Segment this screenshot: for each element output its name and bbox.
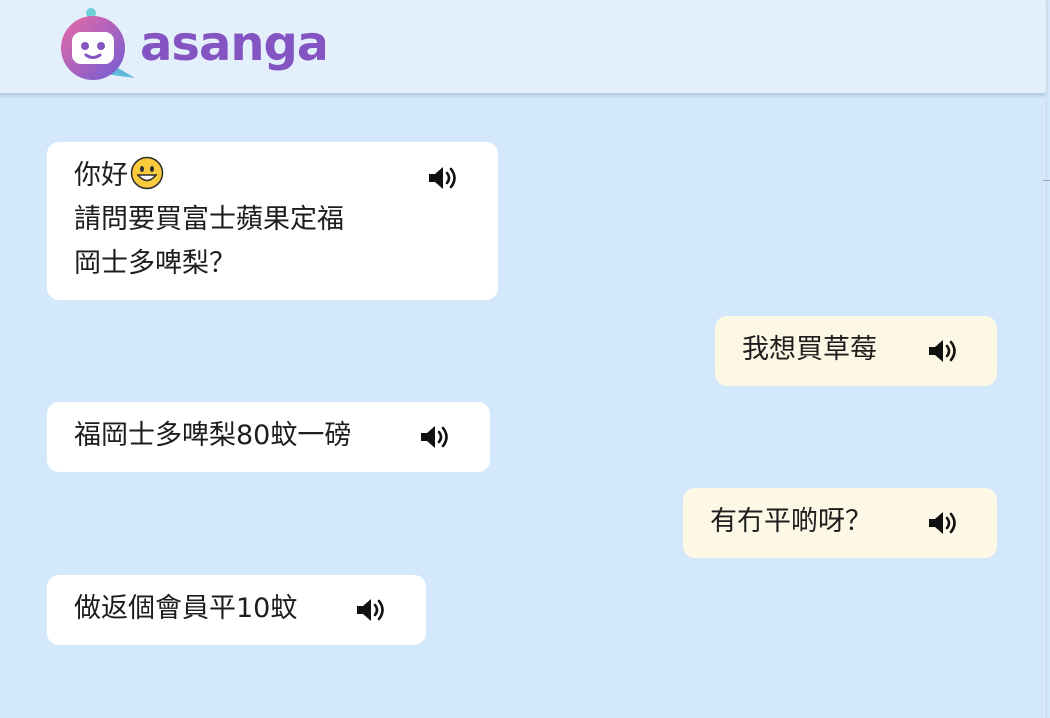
speaker-icon[interactable] [927,509,961,537]
brand-name: asanga [140,16,325,72]
speaker-icon[interactable] [355,596,389,624]
bot-message-3: 做返個會員平10蚊 [47,575,426,645]
grinning-face-emoji-icon [130,156,164,190]
message-text: 做返個會員平10蚊 [74,593,298,624]
page-edge [1046,0,1047,718]
speaker-icon[interactable] [427,164,461,192]
message-line: 你好 [74,154,471,198]
user-message-2: 有冇平啲呀？ [683,488,997,558]
message-text: 你好 [74,160,128,191]
message-text: 岡士多啤梨？ [74,248,236,279]
message-text: 福岡士多啤梨80蚊一磅 [74,420,352,451]
message-text: 有冇平啲呀？ [710,506,872,537]
app-header: asanga [0,0,1046,94]
bot-message-1: 你好 請問要買富士蘋果定福 岡士多啤梨？ [47,142,498,300]
bot-message-2: 福岡士多啤梨80蚊一磅 [47,402,490,472]
brand-logo-text: asanga [140,16,325,72]
speaker-icon[interactable] [927,337,961,365]
robot-chat-logo-icon[interactable] [55,8,139,82]
speaker-icon[interactable] [419,423,453,451]
message-text: 我想買草莓 [742,334,877,365]
user-message-1: 我想買草莓 [715,316,997,386]
chat-area: 你好 請問要買富士蘋果定福 岡士多啤梨？ 我想買草莓 福岡士多啤梨80蚊一磅 有… [0,93,1046,718]
message-text: 請問要買富士蘋果定福 [74,204,344,235]
